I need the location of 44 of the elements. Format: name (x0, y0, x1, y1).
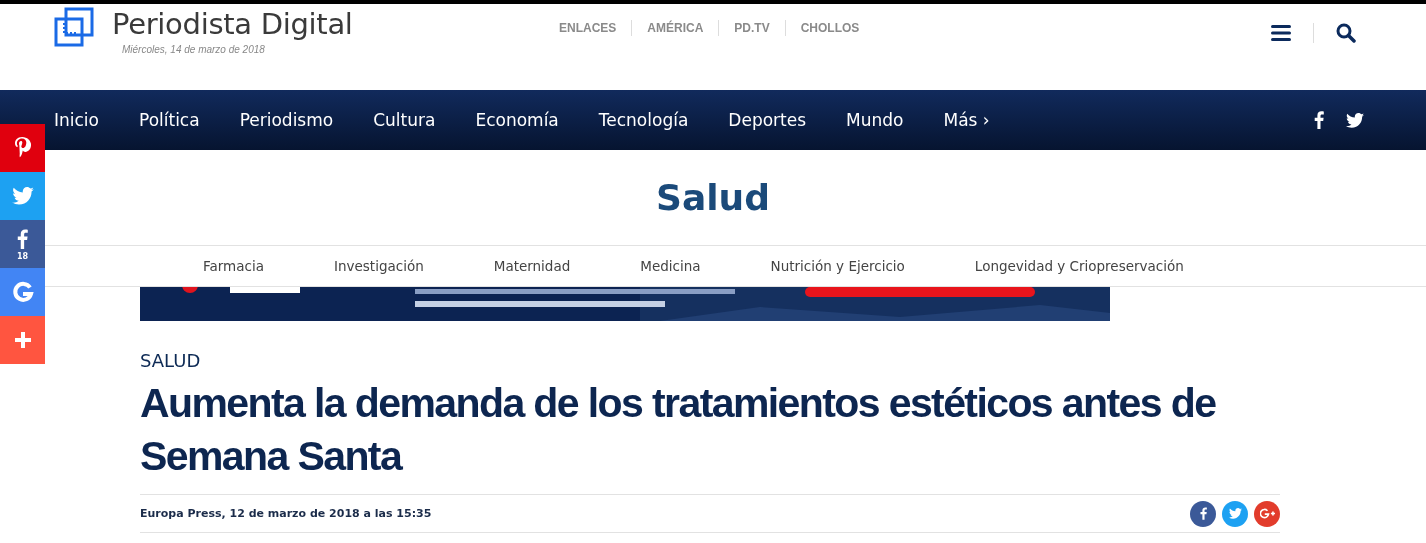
article-byline: Europa Press, 12 de marzo de 2018 a las 15:35 (140, 507, 432, 520)
site-name[interactable]: Periodista Digital (112, 6, 353, 42)
share-button[interactable] (0, 124, 45, 172)
facebook-icon[interactable] (1314, 111, 1324, 129)
bird-icon[interactable] (1346, 112, 1364, 128)
pin-letter-icon (14, 137, 31, 159)
section-title: Salud (656, 177, 770, 218)
nav-item[interactable]: Mundo (846, 110, 904, 130)
nav-item[interactable]: Inicio (54, 110, 99, 130)
share-button[interactable] (1254, 500, 1280, 527)
google-g-icon (11, 281, 34, 303)
nav-item[interactable]: Periodismo (239, 110, 334, 130)
nav-item[interactable]: Economía (475, 110, 559, 130)
subnav-item[interactable]: Maternidad (493, 258, 571, 274)
search-icon[interactable] (1336, 23, 1356, 43)
nav-item[interactable]: Más › (943, 110, 990, 130)
nav-item[interactable]: Cultura (373, 110, 436, 130)
share-button[interactable] (0, 172, 45, 220)
article-category[interactable]: SALUD (140, 350, 1280, 371)
nav-item[interactable]: Tecnología (598, 110, 689, 130)
facebook-icon (17, 227, 28, 250)
google-plus-icon (1259, 508, 1275, 519)
share-button[interactable] (0, 268, 45, 316)
nav-item[interactable]: Política (139, 110, 200, 130)
subnav-item[interactable]: Medicina (640, 258, 701, 274)
plus-icon (13, 331, 32, 349)
subnav-item[interactable]: Farmacia (203, 258, 264, 274)
bird-icon (11, 187, 34, 205)
facebook-icon (1199, 507, 1207, 520)
nav-item[interactable]: Deportes (728, 110, 807, 130)
article-headline: Aumenta la demanda de los tratamientos estéticos antes de Semana Santa (140, 379, 1217, 481)
share-button[interactable] (1222, 500, 1248, 527)
share-button[interactable] (0, 316, 45, 364)
logo-icon (54, 7, 94, 47)
date-text: Miércoles, 14 de marzo de 2018 (122, 44, 266, 55)
subnav-item[interactable]: Nutrición y Ejercicio (770, 258, 905, 274)
share-button[interactable]: 18 (0, 220, 45, 268)
menu-icon[interactable] (1271, 25, 1291, 41)
bird-icon (1228, 508, 1242, 519)
subnav-item[interactable]: Longevidad y Criopreservación (974, 258, 1184, 274)
top-link[interactable]: PD.TV (718, 20, 785, 36)
share-count: 18 (16, 251, 29, 261)
share-button[interactable] (1190, 500, 1216, 527)
subnav-item[interactable]: Investigación (334, 258, 424, 274)
